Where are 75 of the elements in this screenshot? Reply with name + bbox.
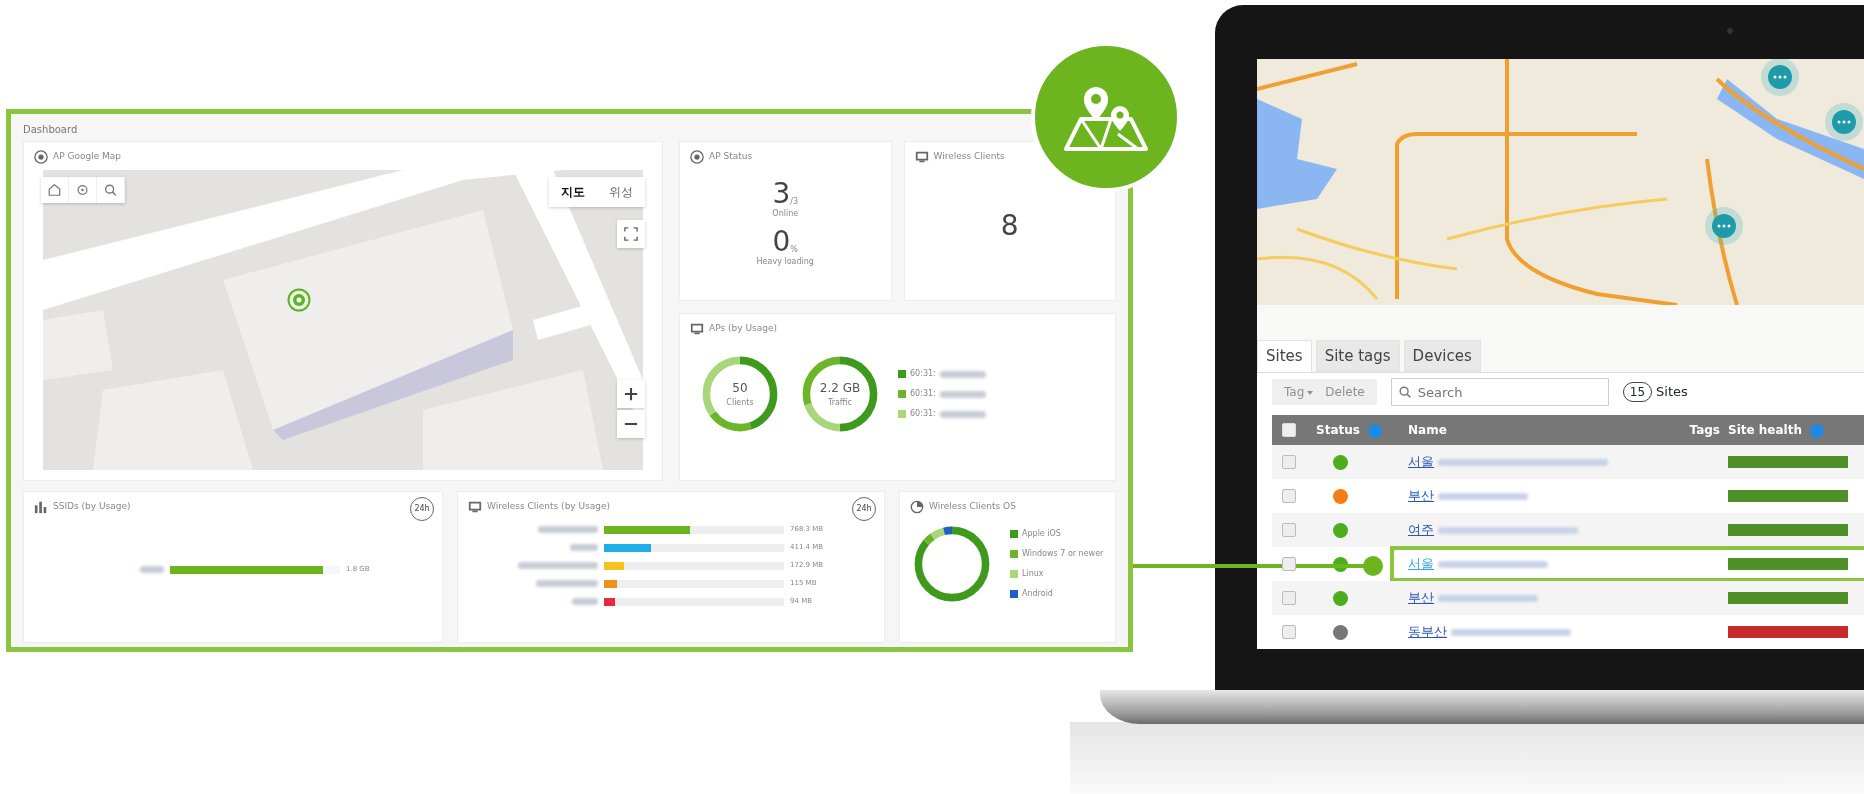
count-label: Sites [1656, 383, 1688, 402]
site-link[interactable]: 부산 [1408, 588, 1434, 608]
legend-label: 60:31: [910, 408, 936, 420]
tab[interactable]: Devices [1403, 339, 1481, 372]
blurred-text [939, 370, 986, 378]
client-count: 8 [1000, 212, 1019, 240]
zoom-in-button[interactable] [617, 380, 645, 408]
monitor-icon [690, 322, 704, 336]
search-icon [1397, 385, 1412, 399]
site-link[interactable]: 부산 [1408, 486, 1434, 506]
dashboard-title: Dashboard [23, 123, 79, 137]
row-checkbox[interactable] [1282, 523, 1296, 537]
monitor-icon [468, 500, 482, 514]
camera-icon [1727, 28, 1733, 34]
row-checkbox[interactable] [1282, 625, 1296, 639]
total-count: /3 [790, 197, 799, 208]
blurred-text [536, 580, 598, 587]
online-count: 3 [772, 180, 791, 208]
card-title: AP Status [709, 150, 753, 164]
online-label: Online [772, 208, 799, 220]
access-point-marker-icon [287, 288, 311, 312]
card-title: Wireless Clients OS [929, 500, 1016, 514]
row-checkbox[interactable] [1282, 455, 1296, 469]
cluster-marker-icon[interactable] [1704, 206, 1744, 246]
blurred-text [140, 566, 164, 573]
bar-chart-icon [34, 500, 48, 514]
site-link[interactable]: 서울 [1408, 452, 1434, 472]
tab[interactable]: Site tags [1315, 339, 1400, 372]
tab[interactable]: Sites [1257, 339, 1312, 372]
card-title: AP Google Map [53, 150, 122, 164]
blurred-text [538, 526, 598, 533]
blurred-text [572, 598, 598, 605]
legend-label: Linux [1022, 568, 1044, 580]
card-title: Wireless Clients [933, 150, 1005, 164]
column-header: Status [1316, 423, 1360, 437]
access-point-icon [34, 150, 48, 164]
donut-label: Traffic [827, 397, 852, 409]
loading-value: 0 [772, 228, 791, 256]
donut-value: 2.2 GB [819, 380, 861, 397]
row-checkbox[interactable] [1282, 591, 1296, 605]
column-header: Site health [1728, 423, 1802, 437]
legend-label: Apple iOS [1022, 528, 1061, 540]
site-link[interactable]: 동부산 [1408, 622, 1447, 642]
card-title: APs (by Usage) [709, 322, 777, 336]
fullscreen-icon [624, 227, 638, 241]
column-header: Tags [1689, 423, 1720, 437]
blurred-text [939, 410, 986, 418]
legend-label: Windows 7 or newer [1022, 548, 1104, 560]
percent-unit: % [790, 245, 798, 256]
monitor-icon [914, 150, 929, 164]
plus-icon [624, 387, 638, 401]
cluster-marker-icon[interactable] [1824, 102, 1864, 142]
legend-label: Android [1022, 588, 1053, 600]
cluster-marker-icon[interactable] [1760, 59, 1800, 97]
zoom-out-button[interactable] [617, 410, 645, 438]
fullscreen-button[interactable] [617, 220, 645, 248]
legend-label: 60:31: [910, 368, 936, 380]
access-point-icon [690, 150, 704, 164]
donut-value: 50 [732, 380, 748, 397]
loading-label: Heavy loading [756, 256, 814, 268]
column-header: Name [1408, 423, 1447, 437]
site-link[interactable]: 여주 [1408, 520, 1434, 540]
map-type-button[interactable]: 위성 [597, 177, 645, 207]
row-checkbox[interactable] [1282, 557, 1296, 571]
row-checkbox[interactable] [1282, 489, 1296, 503]
map-type-button[interactable]: 지도 [549, 177, 597, 207]
legend-label: 60:31: [910, 388, 936, 400]
blurred-text [939, 390, 986, 398]
card-title: Wireless Clients (by Usage) [487, 500, 611, 514]
blurred-text [570, 544, 598, 551]
pie-chart-icon [910, 500, 924, 514]
card-title: SSIDs (by Usage) [53, 500, 131, 514]
search-field[interactable]: Search [1390, 378, 1609, 406]
select-all-checkbox[interactable] [1282, 423, 1296, 437]
donut-label: Clients [726, 397, 754, 409]
